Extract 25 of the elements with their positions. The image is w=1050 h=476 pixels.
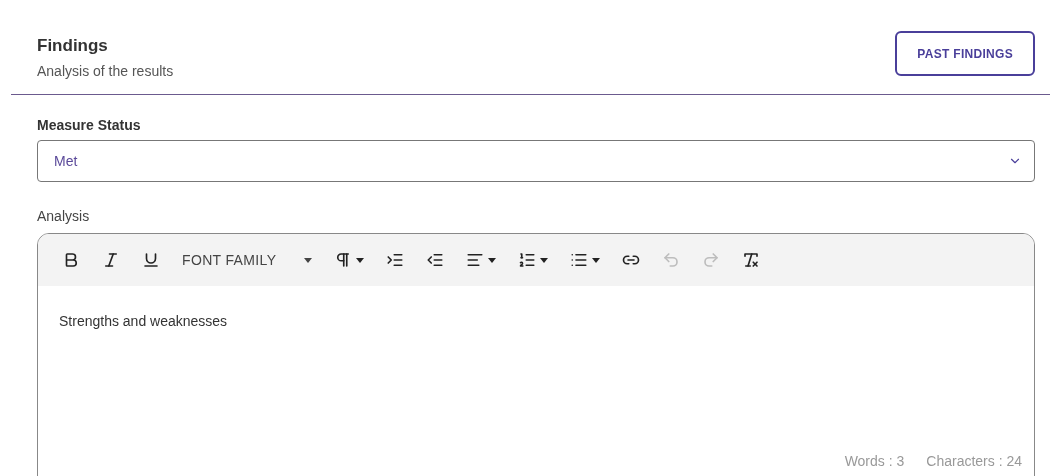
section-subtitle: Analysis of the results bbox=[37, 61, 174, 81]
word-count: Words : 3 bbox=[844, 452, 905, 471]
clear-format-icon bbox=[742, 251, 761, 269]
caret-icon bbox=[356, 257, 365, 263]
undo-icon bbox=[662, 251, 681, 269]
underline-icon bbox=[142, 251, 160, 269]
indent-icon bbox=[386, 251, 405, 269]
italic-icon bbox=[102, 251, 120, 269]
font-family-dropdown[interactable]: FONT FAMILY bbox=[174, 244, 321, 276]
field-label: Measure Status bbox=[37, 116, 142, 135]
caret-icon bbox=[592, 257, 601, 263]
numbered-list-icon bbox=[518, 251, 537, 269]
caret-icon bbox=[488, 257, 497, 263]
align-left-icon bbox=[466, 251, 485, 269]
character-count: Characters : 24 bbox=[926, 452, 1022, 471]
outdent-icon bbox=[426, 251, 445, 269]
redo-icon bbox=[702, 251, 721, 269]
bullet-list-icon bbox=[570, 251, 589, 269]
caret-icon bbox=[304, 257, 313, 263]
field-label: Analysis bbox=[37, 207, 91, 226]
past-findings-button[interactable]: PAST FINDINGS bbox=[895, 31, 1035, 76]
editor-text: Strengths and weaknesses bbox=[59, 312, 229, 331]
measure-status-select[interactable]: Met bbox=[37, 140, 1035, 182]
caret-icon bbox=[540, 257, 549, 263]
section-title: Findings bbox=[37, 35, 109, 57]
